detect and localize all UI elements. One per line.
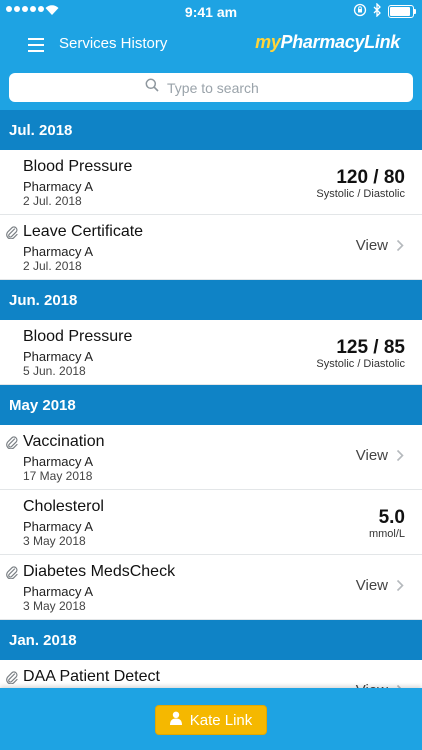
chevron-right-icon [396,579,404,597]
item-value: 120 / 80 [336,167,405,188]
item-title: Blood Pressure [23,158,133,175]
search-bar [0,66,422,110]
item-date: 2 Jul. 2018 [23,194,82,208]
user-icon [169,711,182,729]
services-list[interactable]: Jul. 2018 Blood Pressure Pharmacy A2 Jul. … [0,110,422,688]
view-link[interactable]: View [356,577,388,594]
bluetooth-icon [373,2,382,20]
view-link[interactable]: View [356,237,388,254]
view-link[interactable]: View [356,447,388,464]
status-bar: 9:41 am [0,0,422,24]
item-title: Cholesterol [23,498,104,515]
item-title: Diabetes MedsCheck [23,563,176,580]
item-title: DAA Patient Detect [23,668,160,685]
list-item[interactable]: Blood Pressure Pharmacy A2 Jul. 2018 120 /… [0,150,422,215]
item-date: 3 May 2018 [23,534,86,548]
list-item[interactable]: Vaccination Pharmacy A 17 May 2018 View [0,425,422,490]
item-date: 3 May 2018 [23,599,86,613]
item-pharmacy: Pharmacy A [23,244,94,259]
list-item[interactable]: Diabetes MedsCheck Pharmacy A3 May 2018 Vi… [0,555,422,620]
item-title: Leave Certificate [23,223,144,240]
list-item[interactable]: Blood Pressure Pharmacy A5 Jun. 2018 125 /… [0,320,422,385]
nav-bar: Services History myPharmacyLink [0,24,422,66]
item-title: Vaccination [23,433,105,450]
item-date: 2 Jul. 2018 [23,259,82,273]
item-unit: Systolic / Diastolic [316,358,405,370]
list-item[interactable]: Leave Certificate Pharmacy A2 Jul. 2018 Vi… [0,215,422,280]
page-title: Services History [59,35,168,52]
paperclip-icon [5,224,18,244]
item-pharmacy: Pharmacy A [23,179,94,194]
item-unit: Systolic / Diastolic [316,188,405,200]
item-date: 17 May 2018 [23,469,93,483]
chevron-right-icon [396,449,404,467]
item-pharmacy: Pharmacy A [23,454,94,469]
item-unit: mmol/L [368,528,405,540]
paperclip-icon [5,434,18,454]
paperclip-icon [5,564,18,584]
battery-icon [388,5,416,18]
chevron-right-icon [396,239,404,257]
menu-icon[interactable] [28,38,44,52]
list-item[interactable]: Cholesterol Pharmacy A3 May 2018 5.0 mmol/L [0,490,422,555]
rotation-lock-icon [353,3,367,20]
search-icon [145,78,159,97]
footer-bar: Kate Link [0,688,422,750]
item-pharmacy: Pharmacy A [23,519,94,534]
item-title: Blood Pressure [23,328,133,345]
item-pharmacy: Pharmacy A [23,349,94,364]
search-input[interactable] [167,79,277,96]
list-item[interactable]: DAA Patient DetectPharmacy AView [0,660,422,688]
section-header: Jun. 2018 [0,280,422,320]
section-header: Jul. 2018 [0,110,422,150]
item-pharmacy: Pharmacy A [23,584,94,599]
search-field[interactable] [9,73,413,102]
user-profile-button[interactable]: Kate Link [155,705,267,735]
item-value: 125 / 85 [336,337,405,358]
item-date: 5 Jun. 2018 [23,364,86,378]
user-name: Kate Link [189,711,253,729]
section-header: Jan. 2018 [0,620,422,660]
section-header: May 2018 [0,385,422,425]
brand-logo: myPharmacyLink [255,32,400,52]
item-value: 5.0 [378,507,405,528]
paperclip-icon [5,669,18,688]
